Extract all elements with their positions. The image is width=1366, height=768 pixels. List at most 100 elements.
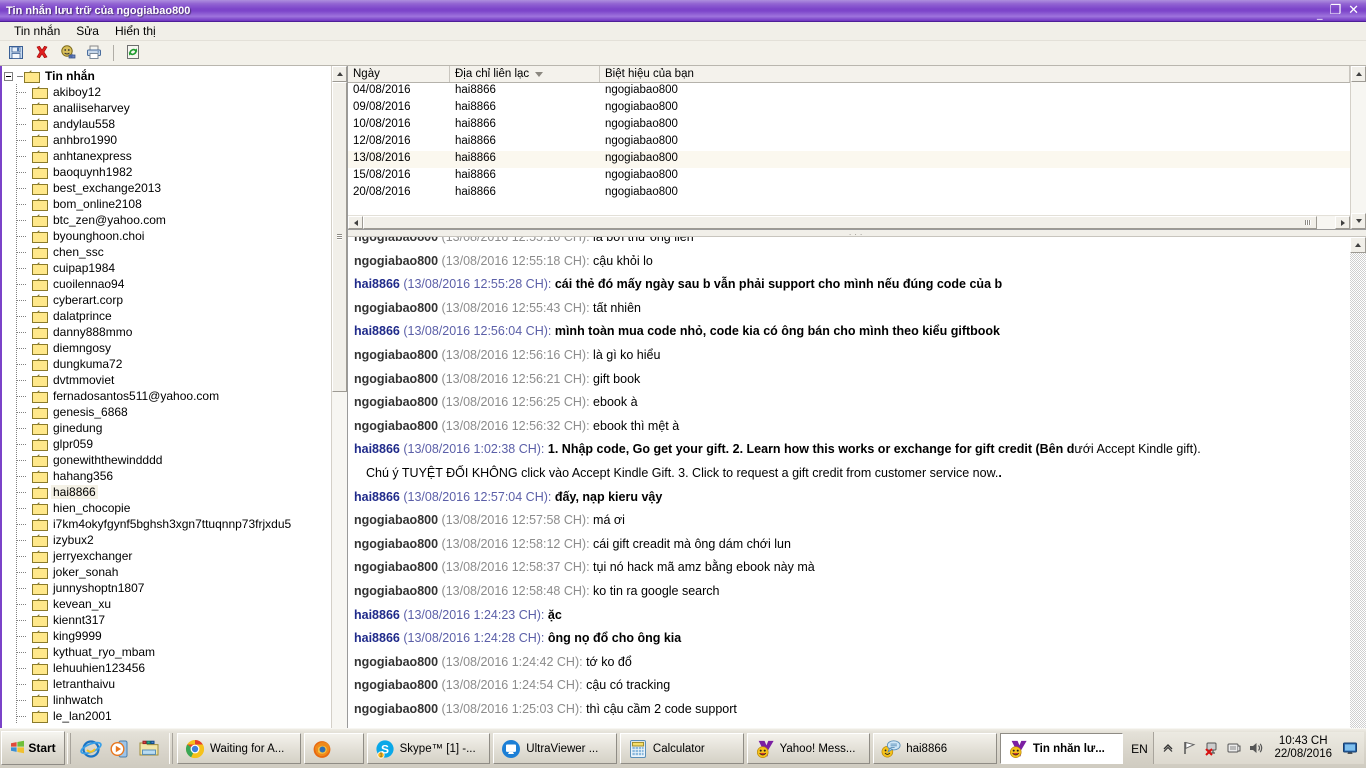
tree-item-dalatprince[interactable]: dalatprince bbox=[2, 308, 331, 324]
taskbar-button-ultraviewer[interactable]: UltraViewer ... bbox=[493, 733, 617, 764]
tree-item-hahang356[interactable]: hahang356 bbox=[2, 468, 331, 484]
list-scroll-right-button[interactable] bbox=[1335, 216, 1350, 229]
tree-item-dvtmmoviet[interactable]: dvtmmoviet bbox=[2, 372, 331, 388]
table-row[interactable]: 12/08/2016 hai8866 ngogiabao800 bbox=[348, 134, 1350, 151]
clock[interactable]: 10:43 CH 22/08/2016 bbox=[1270, 735, 1336, 761]
tree-scroll-thumb[interactable] bbox=[332, 82, 347, 392]
taskbar-button-hai8866[interactable]: hai8866 bbox=[873, 733, 997, 764]
tree-item-best-exchange2013[interactable]: best_exchange2013 bbox=[2, 180, 331, 196]
table-row[interactable]: 04/08/2016 hai8866 ngogiabao800 bbox=[348, 83, 1350, 100]
list-scroll-down-button[interactable] bbox=[1351, 213, 1366, 229]
tree-item-bom-online2108[interactable]: bom_online2108 bbox=[2, 196, 331, 212]
table-row[interactable]: 13/08/2016 hai8866 ngogiabao800 bbox=[348, 151, 1350, 168]
language-indicator[interactable]: EN bbox=[1125, 729, 1153, 768]
table-row[interactable]: 09/08/2016 hai8866 ngogiabao800 bbox=[348, 100, 1350, 117]
tree-item-chen-ssc[interactable]: chen_ssc bbox=[2, 244, 331, 260]
maximize-button[interactable]: ❐ bbox=[1329, 4, 1341, 17]
taskbar-button-tin-nh-n-l[interactable]: Tin nhắn lư... bbox=[999, 733, 1124, 764]
taskbar-button-calculator[interactable]: Calculator bbox=[619, 733, 744, 764]
tree-item-analiiseharvey[interactable]: analiiseharvey bbox=[2, 100, 331, 116]
folder-tree[interactable]: Tin nhắn akiboy12 analiiseharvey andylau55… bbox=[2, 66, 331, 728]
tree-item-byounghoon-choi[interactable]: byounghoon.choi bbox=[2, 228, 331, 244]
tree-item-cuipap1984[interactable]: cuipap1984 bbox=[2, 260, 331, 276]
start-button[interactable]: Start bbox=[1, 731, 65, 765]
refresh-button[interactable] bbox=[122, 43, 144, 64]
taskbar-button-firefox[interactable] bbox=[303, 733, 364, 764]
tree-item-anhtanexpress[interactable]: anhtanexpress bbox=[2, 148, 331, 164]
show-hidden-icons-icon[interactable] bbox=[1160, 740, 1176, 756]
taskbar-button-waiting-for-a[interactable]: Waiting for A... bbox=[177, 733, 301, 764]
list-scroll-up-button[interactable] bbox=[1351, 66, 1366, 82]
flag-icon[interactable] bbox=[1182, 740, 1198, 756]
tree-item-i7km4okyfgynf5bghsh3xgn7ttuqnnp73frjxdu5[interactable]: i7km4okyfgynf5bghsh3xgn7ttuqnnp73frjxdu5 bbox=[2, 516, 331, 532]
column-header-biet-hieu[interactable]: Biệt hiệu của bạn bbox=[600, 66, 1350, 82]
tree-item-glpr059[interactable]: glpr059 bbox=[2, 436, 331, 452]
tree-item-king9999[interactable]: king9999 bbox=[2, 628, 331, 644]
table-row[interactable]: 10/08/2016 hai8866 ngogiabao800 bbox=[348, 117, 1350, 134]
file-explorer-icon[interactable] bbox=[137, 737, 161, 761]
menu-sua[interactable]: Sửa bbox=[68, 23, 107, 39]
tree-item-danny888mmo[interactable]: danny888mmo bbox=[2, 324, 331, 340]
tree-item-kythuat-ryo-mbam[interactable]: kythuat_ryo_mbam bbox=[2, 644, 331, 660]
taskbar-button-yahoo-mess[interactable]: Yahoo! Mess... bbox=[746, 733, 871, 764]
tree-item-dungkuma72[interactable]: dungkuma72 bbox=[2, 356, 331, 372]
tree-item-cuoilennao94[interactable]: cuoilennao94 bbox=[2, 276, 331, 292]
column-header-ngay[interactable]: Ngày bbox=[348, 66, 450, 82]
save-button[interactable] bbox=[5, 43, 27, 64]
delete-button[interactable] bbox=[31, 43, 53, 64]
taskbar-button-skype-1[interactable]: S 1 Skype™ [1] -... bbox=[366, 733, 491, 764]
tree-item-fernadosantos511-yahoo-com[interactable]: fernadosantos511@yahoo.com bbox=[2, 388, 331, 404]
list-rows[interactable]: 04/08/2016 hai8866 ngogiabao800 09/08/2016 h… bbox=[348, 83, 1350, 215]
tree-item-btc-zen-yahoo-com[interactable]: btc_zen@yahoo.com bbox=[2, 212, 331, 228]
list-scroll-track[interactable] bbox=[1351, 82, 1366, 213]
list-hscroll-track[interactable] bbox=[363, 216, 1335, 229]
tree-scrollbar[interactable] bbox=[331, 66, 347, 728]
tree-item-jerryexchanger[interactable]: jerryexchanger bbox=[2, 548, 331, 564]
minimize-button[interactable]: _ bbox=[1317, 7, 1323, 20]
tree-item-baoquynh1982[interactable]: baoquynh1982 bbox=[2, 164, 331, 180]
menu-hien-thi[interactable]: Hiển thị bbox=[107, 23, 164, 39]
contact-button[interactable] bbox=[57, 43, 79, 64]
list-scroll-left-button[interactable] bbox=[348, 216, 363, 229]
tree-item-anhbro1990[interactable]: anhbro1990 bbox=[2, 132, 331, 148]
tree-item-diemngosy[interactable]: diemngosy bbox=[2, 340, 331, 356]
chat-scroll-track[interactable] bbox=[1350, 253, 1366, 728]
tree-item-letranthaivu[interactable]: letranthaivu bbox=[2, 676, 331, 692]
print-button[interactable] bbox=[83, 43, 105, 64]
column-header-dia-chi[interactable]: Địa chỉ liên lạc bbox=[450, 66, 600, 82]
list-hscroll-thumb[interactable] bbox=[363, 216, 1317, 229]
tree-item-kevean-xu[interactable]: kevean_xu bbox=[2, 596, 331, 612]
tree-scroll-up-button[interactable] bbox=[332, 66, 347, 82]
list-vertical-scrollbar[interactable] bbox=[1350, 66, 1366, 229]
tree-item-le-lan2001[interactable]: le_lan2001 bbox=[2, 708, 331, 724]
collapse-icon[interactable] bbox=[4, 71, 13, 81]
tree-item-lehuuhien123456[interactable]: lehuuhien123456 bbox=[2, 660, 331, 676]
tree-item-linhwatch[interactable]: linhwatch bbox=[2, 692, 331, 708]
tree-item-hien-chocopie[interactable]: hien_chocopie bbox=[2, 500, 331, 516]
tree-item-joker-sonah[interactable]: joker_sonah bbox=[2, 564, 331, 580]
tree-item-akiboy12[interactable]: akiboy12 bbox=[2, 84, 331, 100]
volume-icon[interactable] bbox=[1248, 740, 1264, 756]
tree-item-andylau558[interactable]: andylau558 bbox=[2, 116, 331, 132]
pane-splitter[interactable]: ∙∙∙ bbox=[348, 230, 1366, 239]
tree-item-gonewiththewindddd[interactable]: gonewiththewindddd bbox=[2, 452, 331, 468]
chat-scrollbar[interactable] bbox=[1349, 237, 1366, 728]
menu-tin-nhan[interactable]: Tin nhắn bbox=[6, 23, 68, 39]
tree-item-cyberart-corp[interactable]: cyberart.corp bbox=[2, 292, 331, 308]
media-player-icon[interactable] bbox=[108, 737, 132, 761]
internet-explorer-icon[interactable] bbox=[79, 737, 103, 761]
chat-scroll-up-button[interactable] bbox=[1350, 237, 1366, 253]
network-error-icon[interactable] bbox=[1204, 740, 1220, 756]
tree-item-hai8866[interactable]: hai8866 bbox=[2, 484, 331, 500]
device-icon[interactable] bbox=[1226, 740, 1242, 756]
tree-item-kiennt317[interactable]: kiennt317 bbox=[2, 612, 331, 628]
conversation-transcript[interactable]: ngogiabao800 (13/08/2016 12:55:10 CH): l… bbox=[348, 237, 1349, 728]
tree-item-junnyshoptn1807[interactable]: junnyshoptn1807 bbox=[2, 580, 331, 596]
tree-root-node[interactable]: Tin nhắn bbox=[2, 68, 331, 84]
tree-item-ginedung[interactable]: ginedung bbox=[2, 420, 331, 436]
monitor-icon[interactable] bbox=[1342, 740, 1358, 756]
list-horizontal-scrollbar[interactable] bbox=[348, 215, 1350, 229]
close-button[interactable]: ✕ bbox=[1348, 4, 1359, 17]
tree-item-genesis-6868[interactable]: genesis_6868 bbox=[2, 404, 331, 420]
tree-item-izybux2[interactable]: izybux2 bbox=[2, 532, 331, 548]
